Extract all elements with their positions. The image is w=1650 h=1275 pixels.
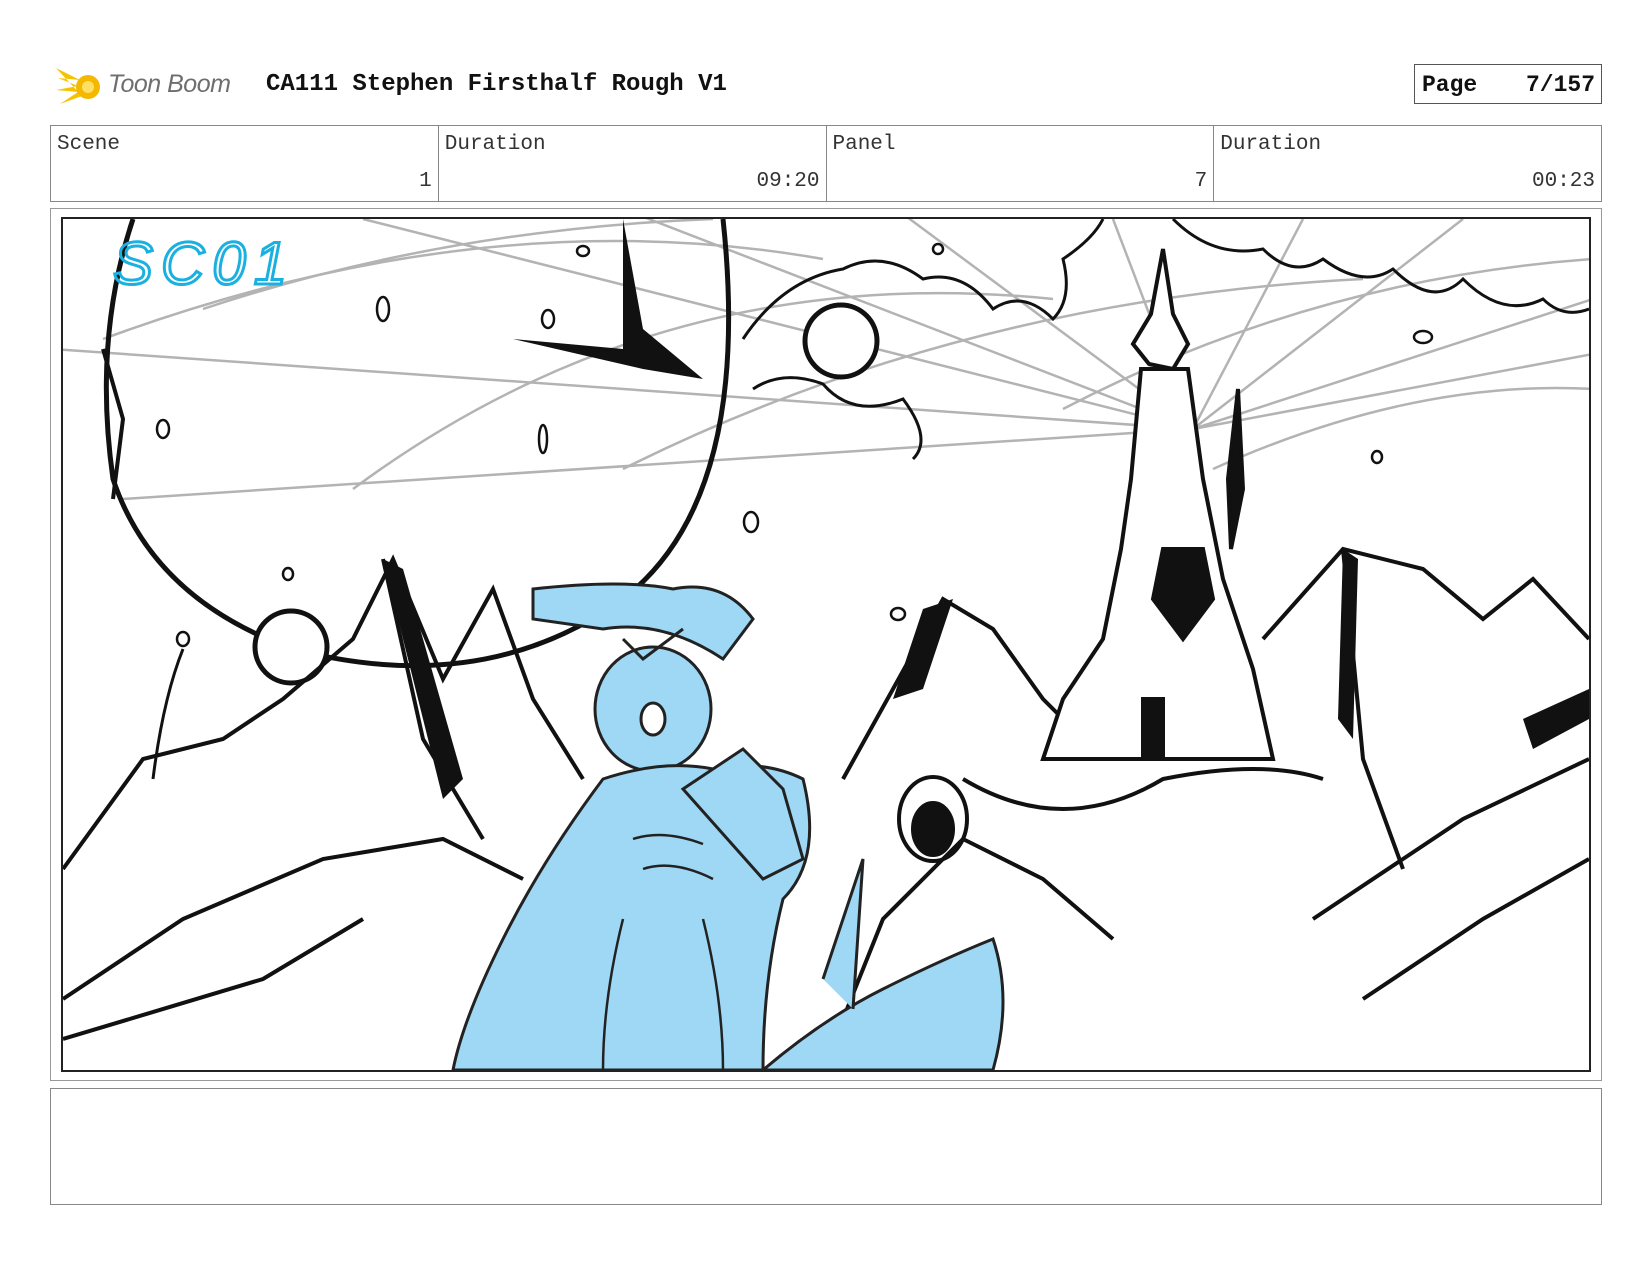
scene-duration-cell: Duration 09:20	[439, 126, 827, 201]
logo-text: Toon Boom	[108, 70, 231, 98]
scene-annotation: SC01	[113, 230, 295, 297]
moons	[252, 302, 880, 686]
toon-boom-logo: Toon Boom	[54, 58, 254, 110]
page-number: 7/157	[1525, 72, 1595, 98]
castle	[1040, 248, 1276, 761]
panel-notes-box[interactable]	[50, 1088, 1602, 1205]
header: Toon Boom CA111 Stephen Firsthalf Rough …	[54, 58, 1602, 110]
panel-info-table: Scene 1 Duration 09:20 Panel 7 Duration …	[50, 125, 1602, 202]
scene-value: 1	[419, 170, 432, 193]
scene-cell: Scene 1	[51, 126, 439, 201]
scene-duration-value: 09:20	[756, 170, 820, 193]
storyboard-sketch: SC01	[61, 217, 1591, 1072]
panel-duration-label: Duration	[1220, 133, 1322, 156]
scene-duration-label: Duration	[444, 133, 546, 156]
panel-cell: Panel 7	[827, 126, 1215, 201]
panel-duration-value: 00:23	[1531, 170, 1595, 193]
page-indicator: Page 7/157	[1414, 64, 1602, 104]
panel-value: 7	[1194, 170, 1208, 193]
panel-frame: SC01	[50, 208, 1602, 1081]
page-label: Page	[1422, 72, 1478, 98]
sketch-drawing: SC01	[63, 219, 1589, 1070]
comet-icon	[56, 68, 100, 104]
document-title: CA111 Stephen Firsthalf Rough V1	[266, 71, 727, 98]
panel-label: Panel	[832, 133, 896, 156]
scene-label: Scene	[57, 133, 121, 156]
portal	[897, 775, 969, 863]
panel-duration-cell: Duration 00:23	[1214, 126, 1601, 201]
